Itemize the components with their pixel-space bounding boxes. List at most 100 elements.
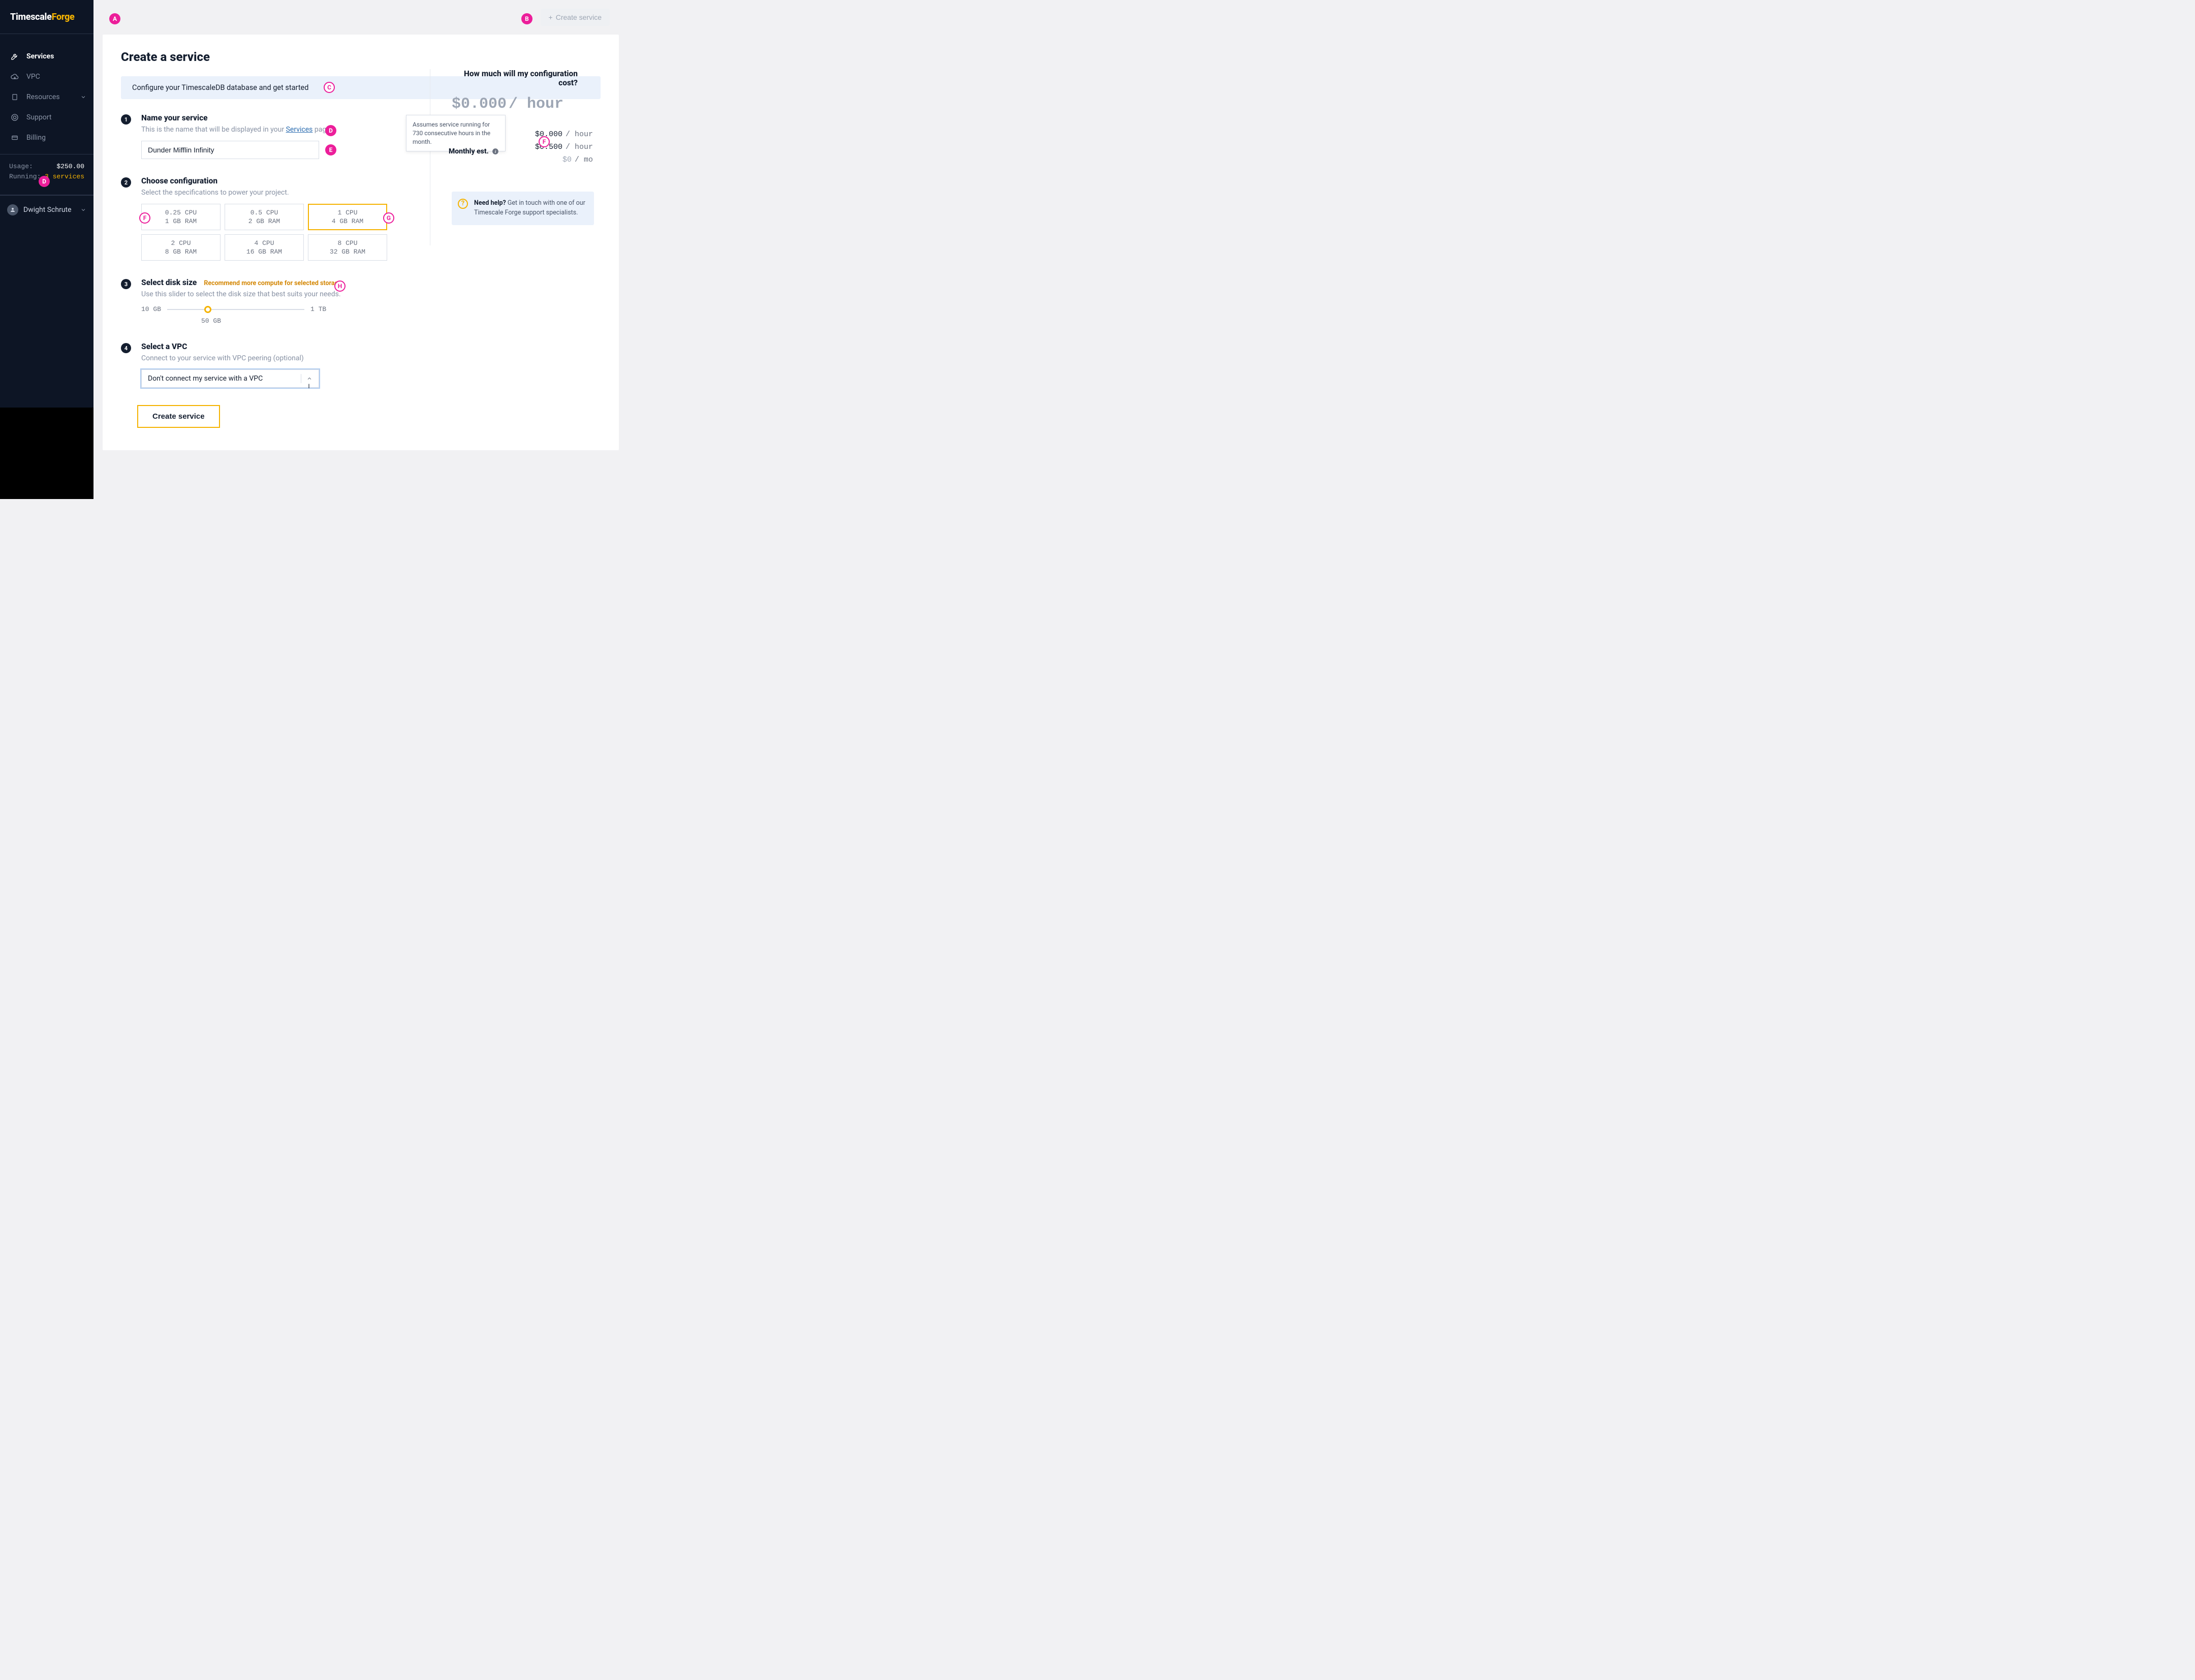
annotation-marker-g: G xyxy=(383,212,394,224)
slider-value: 50 GB xyxy=(201,317,431,325)
step-subtitle: Use this slider to select the disk size … xyxy=(141,290,431,298)
slider-knob[interactable] xyxy=(204,306,211,313)
help-box: ? Need help? Get in touch with one of ou… xyxy=(452,192,594,225)
annotation-marker-e: E xyxy=(325,144,336,155)
card: Create a service Configure your Timescal… xyxy=(103,35,619,450)
info-icon[interactable]: i xyxy=(492,148,499,155)
config-tile-1[interactable]: 0.5 CPU 2 GB RAM xyxy=(225,204,304,230)
brand-part1: Timescale xyxy=(10,12,52,22)
form-column: 1 Name your service This is the name tha… xyxy=(121,113,431,388)
create-service-button[interactable]: Create service xyxy=(137,405,220,428)
tile-ram: 1 GB RAM xyxy=(165,217,197,225)
user-menu[interactable]: Dwight Schrute xyxy=(0,195,93,224)
nav: Services VPC Resources Support xyxy=(0,34,93,148)
question-icon: ? xyxy=(458,199,468,209)
tile-cpu: 0.25 CPU xyxy=(165,209,197,216)
annotation-marker-a: A xyxy=(109,13,120,24)
disk-slider[interactable]: 10 GB 1 TB xyxy=(141,305,431,313)
step-title-row: Select disk size Recommend more compute … xyxy=(141,278,431,287)
config-tile-5[interactable]: 8 CPU 32 GB RAM xyxy=(308,234,387,261)
cost-row-unit: / hour xyxy=(566,130,593,139)
step-subtitle: Connect to your service with VPC peering… xyxy=(141,354,431,362)
usage-label: Usage: xyxy=(9,162,33,172)
step-title: Choose configuration xyxy=(141,176,431,185)
help-bold: Need help? xyxy=(474,199,506,207)
monthly-text: Monthly est. xyxy=(449,147,489,155)
cost-big-unit: / hour xyxy=(509,96,563,113)
tile-ram: 4 GB RAM xyxy=(332,217,363,225)
monthly-tooltip: Assumes service running for 730 consecut… xyxy=(406,115,506,151)
sub-text: This is the name that will be displayed … xyxy=(141,126,286,134)
tile-ram: 8 GB RAM xyxy=(165,248,197,256)
slider-min: 10 GB xyxy=(141,305,161,313)
step-vpc: 4 Select a VPC Connect to your service w… xyxy=(121,342,431,388)
credit-card-icon xyxy=(10,134,19,141)
disk-warning: Recommend more compute for selected stor… xyxy=(204,279,341,287)
sidebar-item-support[interactable]: Support xyxy=(0,107,93,128)
annotation-marker-f: F xyxy=(139,212,150,224)
annotation-marker-c: C xyxy=(324,82,335,93)
monthly-est-label: Monthly est. i xyxy=(449,147,499,155)
sidebar-item-label: Billing xyxy=(26,134,46,142)
sidebar-item-vpc[interactable]: VPC xyxy=(0,67,93,87)
sidebar-footer-spacer xyxy=(0,408,93,499)
annotation-marker-i: I xyxy=(303,381,315,392)
annotation-marker-b: B xyxy=(521,13,532,24)
running-value[interactable]: 3 services xyxy=(45,172,84,182)
wrench-icon xyxy=(10,52,19,60)
step-title: Name your service xyxy=(141,113,431,122)
step-subtitle: This is the name that will be displayed … xyxy=(141,126,431,134)
step-subtitle: Select the specifications to power your … xyxy=(141,189,431,197)
cost-panel: How much will my configuration cost? $0.… xyxy=(430,69,587,245)
logo: TimescaleForge xyxy=(10,12,75,22)
tile-ram: 16 GB RAM xyxy=(246,248,282,256)
annotation-marker-f2: F xyxy=(539,136,550,147)
services-link[interactable]: Services xyxy=(286,126,313,134)
create-service-button-top[interactable]: + Create service xyxy=(541,9,610,26)
sidebar-item-billing[interactable]: Billing xyxy=(0,128,93,148)
annotation-marker-d: D xyxy=(39,176,50,187)
vpc-select[interactable]: Don't connect my service with a VPC xyxy=(141,369,319,388)
chevron-down-icon xyxy=(80,207,86,213)
sidebar-item-label: Resources xyxy=(26,93,60,101)
slider-track[interactable] xyxy=(167,309,304,310)
cost-big-value: $0.000 xyxy=(452,96,507,113)
slider-max: 1 TB xyxy=(310,305,326,313)
service-name-input[interactable] xyxy=(141,141,319,159)
sidebar-item-label: VPC xyxy=(26,73,40,81)
config-tile-0[interactable]: 0.25 CPU 1 GB RAM xyxy=(141,204,221,230)
button-label: Create service xyxy=(556,13,602,21)
step-number: 3 xyxy=(121,279,131,289)
cost-title: How much will my configuration cost? xyxy=(452,69,578,87)
plus-icon: + xyxy=(549,13,553,21)
main: + Create service Create a service Config… xyxy=(93,0,628,499)
running-label: Running: xyxy=(9,172,41,182)
document-icon xyxy=(10,93,19,101)
step-title: Select disk size xyxy=(141,278,197,287)
step-number: 4 xyxy=(121,343,131,353)
brand-area: TimescaleForge xyxy=(0,0,93,34)
config-tile-4[interactable]: 4 CPU 16 GB RAM xyxy=(225,234,304,261)
tile-ram: 32 GB RAM xyxy=(330,248,365,256)
sidebar-item-label: Services xyxy=(26,52,54,60)
tile-ram: 2 GB RAM xyxy=(248,217,280,225)
cloud-icon xyxy=(10,73,19,81)
tile-cpu: 2 CPU xyxy=(171,239,191,247)
sidebar-item-services[interactable]: Services xyxy=(0,46,93,67)
sidebar-item-label: Support xyxy=(26,113,51,121)
cost-row-unit: / mo xyxy=(575,155,593,164)
cost-big: $0.000 / hour xyxy=(452,96,587,113)
brand-part2: Forge xyxy=(52,12,75,22)
config-tile-2[interactable]: 1 CPU 4 GB RAM xyxy=(308,204,387,230)
tile-cpu: 1 CPU xyxy=(337,209,357,216)
vpc-selected-value: Don't connect my service with a VPC xyxy=(148,375,263,383)
page-title: Create a service xyxy=(121,50,601,64)
step-disk: 3 Select disk size Recommend more comput… xyxy=(121,278,431,325)
sidebar-item-resources[interactable]: Resources xyxy=(0,87,93,107)
step-name: 1 Name your service This is the name tha… xyxy=(121,113,431,159)
config-tile-3[interactable]: 2 CPU 8 GB RAM xyxy=(141,234,221,261)
tile-cpu: 4 CPU xyxy=(254,239,274,247)
lifebuoy-icon xyxy=(10,113,19,121)
annotation-marker-h: H xyxy=(334,281,346,292)
cost-row-val: $0.000 xyxy=(535,130,562,139)
